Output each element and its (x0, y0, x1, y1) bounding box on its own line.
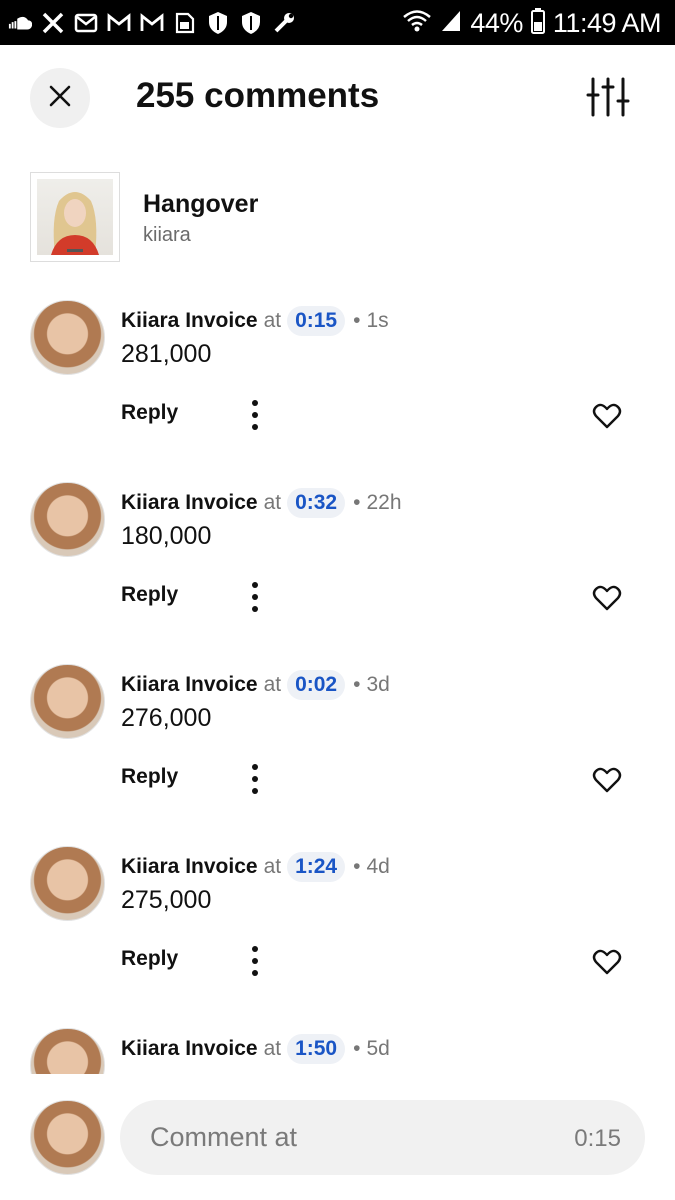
close-icon (48, 84, 72, 113)
reply-button[interactable]: Reply (121, 401, 178, 425)
comment-input[interactable]: Comment at 0:15 (120, 1100, 645, 1175)
comment-body: 276,000 (121, 704, 212, 732)
status-bar: 44% 11:49 AM (0, 0, 675, 45)
sliders-icon (585, 77, 631, 121)
separator-dot: • (353, 673, 361, 696)
avatar[interactable] (30, 300, 105, 375)
separator-dot: • (353, 491, 361, 514)
like-button[interactable] (592, 583, 622, 613)
soundcloud-icon (8, 11, 32, 35)
comment-timestamp[interactable]: 1:24 (287, 852, 346, 882)
more-vertical-icon (240, 946, 270, 982)
filter-button[interactable] (585, 77, 631, 117)
heart-icon (592, 767, 622, 799)
comment-body: 275,000 (121, 886, 212, 914)
avatar[interactable] (30, 482, 105, 557)
comments-list[interactable]: Kiiara Invoice at 0:15 • 1s 281,000 Repl… (0, 288, 675, 1074)
comment-username[interactable]: Kiiara Invoice (121, 491, 258, 515)
more-options-button[interactable] (240, 398, 270, 432)
comment-item: Kiiara Invoice at 1:50 • 5d (0, 1016, 675, 1074)
comment-item: Kiiara Invoice at 0:02 • 3d 276,000 Repl… (0, 652, 675, 834)
track-title: Hangover (143, 190, 259, 218)
comment-item: Kiiara Invoice at 1:24 • 4d 275,000 Repl… (0, 834, 675, 1016)
gmail-icon (140, 11, 164, 35)
more-options-button[interactable] (240, 580, 270, 614)
comment-username[interactable]: Kiiara Invoice (121, 309, 258, 333)
comment-timestamp[interactable]: 1:50 (287, 1034, 346, 1064)
comment-age: 1s (366, 309, 389, 332)
comment-timestamp[interactable]: 0:15 (287, 306, 346, 336)
comment-body: 281,000 (121, 340, 212, 368)
comment-header: Kiiara Invoice at 0:02 • 3d (121, 668, 390, 702)
reply-button[interactable]: Reply (121, 765, 178, 789)
notification-icons (8, 8, 296, 38)
gmail-icon (107, 11, 131, 35)
close-button[interactable] (30, 68, 90, 128)
more-vertical-icon (240, 400, 270, 436)
comment-timestamp[interactable]: 0:32 (287, 488, 346, 518)
comment-age: 5d (366, 1037, 390, 1060)
artwork-image (37, 179, 113, 255)
like-button[interactable] (592, 947, 622, 977)
page-title: 255 comments (136, 76, 380, 115)
wrench-icon (272, 11, 296, 35)
track-info[interactable]: Hangover kiiara (30, 172, 630, 264)
comment-age: 4d (366, 855, 390, 878)
comment-at-label: at (263, 855, 282, 878)
battery-icon (530, 7, 545, 39)
more-vertical-icon (240, 764, 270, 800)
avatar[interactable] (30, 664, 105, 739)
comment-header: Kiiara Invoice at 0:32 • 22h (121, 486, 402, 520)
heart-icon (592, 949, 622, 981)
avatar[interactable] (30, 1028, 105, 1074)
comment-age: 22h (366, 491, 402, 514)
comment-body: 180,000 (121, 522, 212, 550)
separator-dot: • (353, 309, 361, 332)
comment-username[interactable]: Kiiara Invoice (121, 1037, 258, 1061)
separator-dot: • (353, 855, 361, 878)
battery-percent: 44% (470, 7, 523, 38)
mail-icon (74, 11, 98, 35)
comment-input-placeholder: Comment at (150, 1122, 298, 1152)
more-options-button[interactable] (240, 944, 270, 978)
comment-item: Kiiara Invoice at 0:15 • 1s 281,000 Repl… (0, 288, 675, 470)
more-options-button[interactable] (240, 762, 270, 796)
more-vertical-icon (240, 582, 270, 618)
wifi-icon (402, 9, 432, 38)
clock: 11:49 AM (552, 7, 662, 38)
x-icon (41, 11, 65, 35)
heart-icon (592, 585, 622, 617)
reply-button[interactable]: Reply (121, 583, 178, 607)
track-artwork (30, 172, 120, 262)
comment-age: 3d (366, 673, 390, 696)
system-status: 44% 11:49 AM (402, 6, 662, 40)
comment-header: Kiiara Invoice at 1:24 • 4d (121, 850, 390, 884)
comment-timestamp[interactable]: 0:02 (287, 670, 346, 700)
sim-icon (173, 11, 197, 35)
comment-header: Kiiara Invoice at 0:15 • 1s (121, 304, 389, 338)
comment-username[interactable]: Kiiara Invoice (121, 855, 258, 879)
separator-dot: • (353, 1037, 361, 1060)
like-button[interactable] (592, 401, 622, 431)
heart-icon (592, 403, 622, 435)
comment-header: Kiiara Invoice at 1:50 • 5d (121, 1032, 390, 1066)
composer-avatar (30, 1100, 105, 1175)
comment-item: Kiiara Invoice at 0:32 • 22h 180,000 Rep… (0, 470, 675, 652)
like-button[interactable] (592, 765, 622, 795)
comment-username[interactable]: Kiiara Invoice (121, 673, 258, 697)
shield-icon (239, 11, 263, 35)
track-artist[interactable]: kiiara (143, 224, 191, 247)
avatar[interactable] (30, 846, 105, 921)
shield-icon (206, 11, 230, 35)
reply-button[interactable]: Reply (121, 947, 178, 971)
comment-at-label: at (263, 673, 282, 696)
comment-input-timestamp: 0:15 (574, 1125, 621, 1152)
signal-icon (440, 9, 462, 38)
comment-at-label: at (263, 1037, 282, 1060)
comment-at-label: at (263, 491, 282, 514)
comment-at-label: at (263, 309, 282, 332)
